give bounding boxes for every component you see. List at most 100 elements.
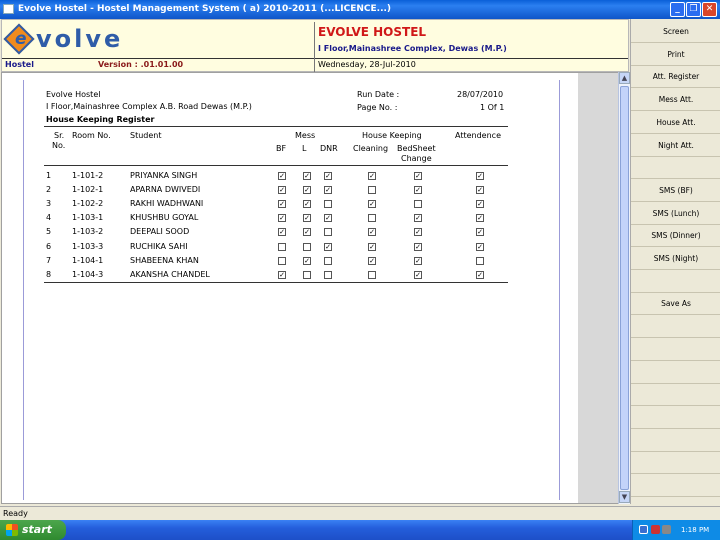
module-label: Hostel (5, 60, 34, 69)
header-info-bar: Hostel Version : .01.01.00 Wednesday, 28… (2, 22, 628, 72)
checkbox-cleaning: ✓ (368, 172, 376, 180)
checkbox-l: ✓ (303, 172, 311, 180)
checkbox-attendence: ✓ (476, 242, 484, 251)
sidebar-button-night-att[interactable]: Night Att. (631, 135, 720, 157)
app-header: e volve EVOLVE HOSTEL I Floor,Mainashree… (1, 19, 629, 72)
page-no-label: Page No. : (357, 103, 398, 112)
table-top-rule (44, 126, 508, 127)
checkbox-bedsheet (414, 200, 422, 209)
start-button[interactable]: start (0, 520, 66, 540)
close-button[interactable]: ✕ (702, 2, 717, 17)
row-sr: 7 (46, 255, 52, 265)
header-separator (314, 60, 315, 72)
checkbox-l: ✓ (303, 228, 311, 237)
report-title: House Keeping Register (46, 115, 155, 124)
checkbox-l: ✓ (303, 186, 311, 195)
checkbox-bedsheet: ✓ (414, 172, 422, 180)
row-student: DEEPALI SOOD (130, 227, 190, 237)
windows-flag-icon (6, 524, 18, 536)
row-student: RAKHI WADHWANI (130, 199, 204, 209)
row-sr: 1 (46, 171, 52, 180)
checkbox-attendence (476, 256, 484, 265)
checkbox-bf: ✓ (278, 172, 286, 180)
scroll-thumb[interactable] (620, 86, 629, 490)
logo-letter: e (15, 29, 27, 49)
header-separator (314, 22, 315, 60)
col-mess: Mess (295, 131, 316, 140)
tray-arrow-icon[interactable] (639, 525, 648, 534)
sidebar-empty-slot (631, 452, 720, 475)
sidebar-button-save-as[interactable]: Save As (631, 293, 720, 316)
scroll-up-icon[interactable]: ▲ (619, 72, 630, 84)
row-student: PRIYANKA SINGH (130, 171, 198, 180)
checkbox-l: ✓ (303, 214, 311, 223)
checkbox-bedsheet: ✓ (414, 256, 422, 265)
sidebar-button-print[interactable]: Print (631, 44, 720, 66)
col-room: Room No. (72, 131, 111, 140)
sidebar-button-house-att[interactable]: House Att. (631, 112, 720, 134)
col-l: L (302, 144, 307, 153)
row-sr: 8 (46, 269, 52, 279)
app-icon (3, 4, 14, 14)
sidebar-button-sms-lunch[interactable]: SMS (Lunch) (631, 203, 720, 225)
logo-word: volve (36, 25, 124, 53)
checkbox-bedsheet: ✓ (414, 270, 422, 279)
sidebar-button-sms-night[interactable]: SMS (Night) (631, 248, 720, 270)
vertical-scrollbar[interactable]: ▲ ▼ (618, 72, 630, 504)
tray-app-icon[interactable] (651, 525, 660, 534)
sidebar-button-att-register[interactable]: Att. Register (631, 66, 720, 89)
sidebar-empty-slot (631, 430, 720, 452)
checkbox-bf: ✓ (278, 200, 286, 209)
sidebar-button-screen[interactable]: Screen (631, 21, 720, 43)
checkbox-dnr: ✓ (324, 242, 332, 251)
row-student: SHABEENA KHAN (130, 255, 199, 265)
scroll-down-icon[interactable]: ▼ (619, 491, 630, 503)
checkbox-bf: ✓ (278, 270, 286, 279)
col-bedsheet-change: Change (401, 154, 432, 163)
checkbox-l (303, 242, 311, 251)
checkbox-dnr (324, 256, 332, 265)
checkbox-cleaning: ✓ (368, 228, 376, 237)
col-cleaning: Cleaning (353, 144, 389, 153)
checkbox-bedsheet: ✓ (414, 242, 422, 251)
restore-button[interactable]: ❐ (686, 2, 701, 17)
checkbox-bedsheet: ✓ (414, 186, 422, 195)
start-label: start (22, 523, 52, 536)
hostel-address: I Floor,Mainashree Complex, Dewas (M.P.) (318, 44, 507, 53)
sidebar-button-mess-att[interactable]: Mess Att. (631, 89, 720, 112)
row-student: APARNA DWIVEDI (130, 185, 201, 195)
checkbox-dnr: ✓ (324, 214, 332, 223)
checkbox-attendence: ✓ (476, 270, 484, 279)
checkbox-cleaning: ✓ (368, 256, 376, 265)
checkbox-bf: ✓ (278, 214, 286, 223)
hostel-name: EVOLVE HOSTEL (318, 25, 427, 39)
sidebar-empty-slot (631, 407, 720, 429)
checkbox-attendence: ✓ (476, 214, 484, 223)
row-room: 1-104-1 (72, 255, 104, 265)
tray-clock: 1:18 PM (681, 526, 710, 534)
row-sr: 2 (46, 185, 52, 195)
report-address: I Floor,Mainashree Complex A.B. Road Dew… (46, 102, 252, 111)
table-bottom-rule (44, 282, 508, 283)
status-bar: Ready (0, 506, 720, 520)
row-room: 1-102-2 (72, 199, 104, 209)
sidebar-button-sms-dinner[interactable]: SMS (Dinner) (631, 225, 720, 248)
checkbox-dnr (324, 200, 332, 209)
row-sr: 3 (46, 199, 52, 209)
sidebar-button-sms-bf[interactable]: SMS (BF) (631, 180, 720, 202)
checkbox-attendence: ✓ (476, 172, 484, 180)
minimize-button[interactable]: _ (670, 2, 685, 17)
col-dnr: DNR (320, 144, 338, 153)
checkbox-cleaning: ✓ (368, 200, 376, 209)
checkbox-l: ✓ (303, 200, 311, 209)
window-titlebar: Evolve Hostel - Hostel Management System… (0, 0, 720, 19)
checkbox-cleaning (368, 270, 376, 279)
status-text: Ready (3, 509, 28, 518)
checkbox-l: ✓ (303, 256, 311, 265)
row-room: 1-103-2 (72, 227, 104, 237)
tray-volume-icon[interactable] (662, 525, 671, 534)
version-label: Version : .01.01.00 (98, 60, 184, 69)
checkbox-dnr: ✓ (324, 186, 332, 195)
row-sr: 6 (46, 241, 52, 251)
row-room: 1-104-3 (72, 269, 104, 279)
